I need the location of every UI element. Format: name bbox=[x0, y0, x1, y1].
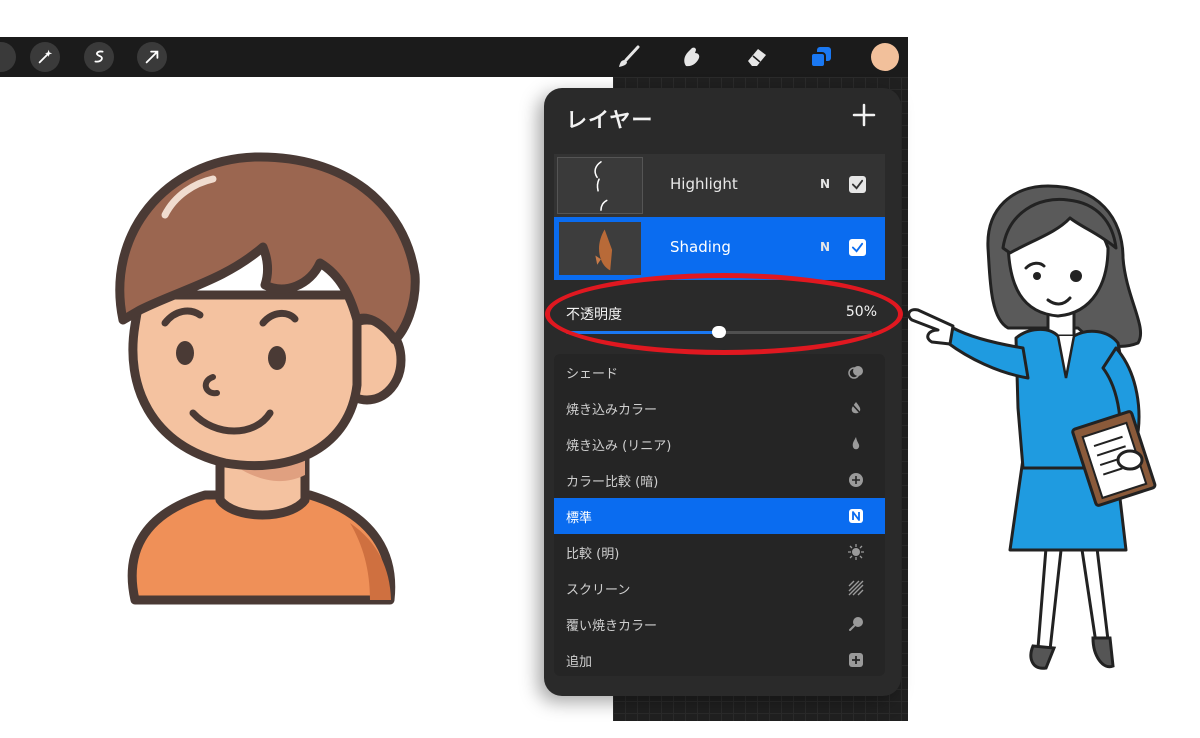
blend-mode-color-burn[interactable]: 焼き込みカラー bbox=[554, 390, 885, 426]
eraser-button[interactable] bbox=[742, 42, 772, 72]
brush-button[interactable] bbox=[614, 42, 644, 72]
layer-row-shading[interactable]: Shading N bbox=[554, 217, 885, 280]
blend-mode-label: カラー比較 (暗) bbox=[566, 475, 659, 490]
blend-mode-label: 覆い焼きカラー bbox=[566, 619, 658, 634]
blend-mode-lighten[interactable]: 比較 (明) bbox=[554, 534, 885, 570]
transform-icon bbox=[145, 50, 159, 64]
layer-row-highlight[interactable]: Highlight N bbox=[554, 154, 885, 217]
blend-mode-label: 比較 (明) bbox=[566, 547, 620, 562]
layer-name: Shading bbox=[670, 238, 731, 256]
checkmark-icon bbox=[851, 242, 864, 253]
blend-mode-label: 追加 bbox=[566, 655, 593, 670]
blend-mode-darken[interactable]: カラー比較 (暗) bbox=[554, 462, 885, 498]
layer-thumbnail bbox=[557, 157, 643, 214]
blend-mode-label: 焼き込みカラー bbox=[566, 403, 658, 418]
sunburst-icon bbox=[847, 543, 865, 561]
brush-icon bbox=[619, 45, 640, 67]
blend-mode-label: 焼き込み (リニア) bbox=[566, 439, 672, 454]
plus-circle-icon bbox=[847, 471, 865, 489]
blend-mode-shade[interactable]: シェード bbox=[554, 354, 885, 390]
blend-mode-list: シェード 焼き込みカラー 焼き込み (リニア) カラー比較 (暗) 標準 比較 … bbox=[554, 354, 885, 676]
layer-name: Highlight bbox=[670, 175, 738, 193]
blend-mode-screen[interactable]: スクリーン bbox=[554, 570, 885, 606]
layer-visibility-checkbox[interactable] bbox=[849, 176, 866, 193]
blend-mode-label: スクリーン bbox=[566, 583, 631, 598]
highlight-thumbnail-icon bbox=[594, 161, 608, 211]
blend-mode-normal[interactable]: 標準 bbox=[554, 498, 885, 534]
shading-thumbnail-icon bbox=[595, 229, 613, 271]
overlap-circles-icon bbox=[847, 363, 865, 381]
burn-icon bbox=[847, 399, 865, 417]
selection-button[interactable] bbox=[84, 42, 114, 72]
layers-panel: レイヤー Highlight N Shading N 不透明度 50% シェード… bbox=[544, 88, 901, 696]
layer-blend-mode[interactable]: N bbox=[820, 240, 830, 254]
add-layer-button[interactable] bbox=[851, 102, 877, 128]
adjust-icon bbox=[38, 49, 53, 64]
adjust-button[interactable] bbox=[30, 42, 60, 72]
gallery-button[interactable] bbox=[0, 42, 16, 72]
top-toolbar bbox=[0, 37, 908, 77]
selection-icon bbox=[94, 50, 104, 63]
blend-mode-label: シェード bbox=[566, 367, 619, 382]
plus-square-icon bbox=[847, 651, 865, 669]
businesswoman-illustration bbox=[907, 184, 1157, 670]
blend-mode-add[interactable]: 追加 bbox=[554, 642, 885, 678]
layers-icon bbox=[810, 47, 831, 68]
checkmark-icon bbox=[851, 179, 864, 190]
eraser-icon bbox=[748, 49, 766, 66]
layer-blend-mode[interactable]: N bbox=[820, 177, 830, 191]
flame-icon bbox=[847, 435, 865, 453]
blend-mode-label: 標準 bbox=[566, 511, 593, 526]
blend-mode-color-dodge[interactable]: 覆い焼きカラー bbox=[554, 606, 885, 642]
boy-illustration bbox=[115, 152, 420, 605]
panel-title: レイヤー bbox=[566, 108, 654, 132]
layer-thumbnail bbox=[557, 220, 643, 277]
color-swatch[interactable] bbox=[871, 43, 899, 71]
plus-icon bbox=[852, 103, 876, 127]
layers-button[interactable] bbox=[806, 42, 836, 72]
hatch-icon bbox=[847, 579, 865, 597]
layer-visibility-checkbox[interactable] bbox=[849, 239, 866, 256]
smudge-icon bbox=[684, 47, 700, 67]
highlight-ellipse bbox=[545, 273, 903, 355]
pin-icon bbox=[847, 615, 865, 633]
n-badge-icon bbox=[847, 507, 865, 525]
transform-button[interactable] bbox=[137, 42, 167, 72]
blend-mode-linear-burn[interactable]: 焼き込み (リニア) bbox=[554, 426, 885, 462]
smudge-button[interactable] bbox=[676, 42, 706, 72]
